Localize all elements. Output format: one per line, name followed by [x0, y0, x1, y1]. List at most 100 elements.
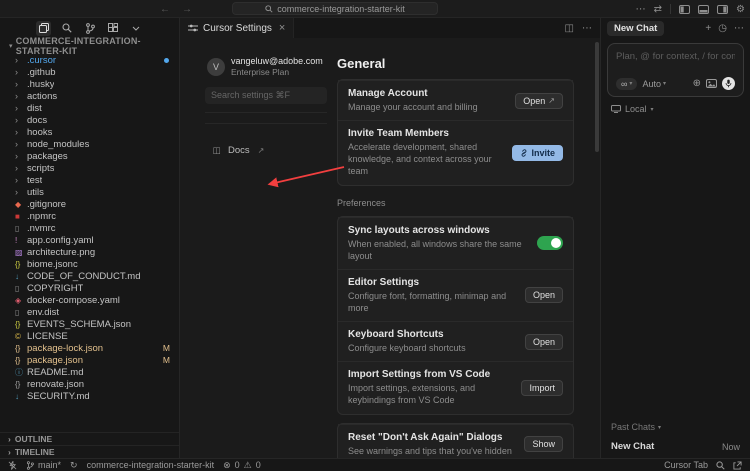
setting-title: Editor Settings [348, 276, 420, 288]
setting-action-button[interactable]: Open ↗ [515, 92, 563, 109]
file-item[interactable]: › .github [0, 66, 179, 78]
settings-content: General Manage Account Manage your accou… [337, 56, 574, 458]
microphone-icon[interactable] [722, 77, 735, 90]
context-selector[interactable]: Local ▾ [611, 104, 740, 114]
file-item[interactable]: › packages [0, 150, 179, 162]
project-name[interactable]: commerce-integration-starter-kit [87, 460, 215, 470]
outline-label: OUTLINE [14, 434, 53, 444]
more-actions-icon[interactable]: ⋯ [734, 23, 744, 34]
explorer-root-header[interactable]: ▾ COMMERCE-INTEGRATION-STARTER-KIT [0, 36, 179, 56]
search-icon[interactable] [59, 21, 74, 36]
chat-title: New Chat [611, 441, 655, 452]
command-center-search[interactable]: commerce-integration-starter-kit [232, 2, 438, 15]
image-icon[interactable] [706, 79, 717, 88]
file-item[interactable]: ▯ env.dist [0, 306, 179, 318]
settings-gear-icon[interactable]: ⚙ [736, 4, 745, 15]
setting-action-button[interactable]: Import [521, 379, 563, 396]
file-item[interactable]: › dist [0, 102, 179, 114]
file-item[interactable]: › utils [0, 186, 179, 198]
modified-dot [164, 57, 169, 63]
chat-input-box[interactable]: Plan, @ for context, / for commands ∞ ▾ … [607, 43, 744, 97]
history-back-icon[interactable]: ← [160, 4, 170, 15]
settings-section: Manage Account Manage your account and b… [337, 79, 574, 186]
file-item[interactable]: › .husky [0, 78, 179, 90]
file-item[interactable]: ! app.config.yaml [0, 234, 179, 246]
file-item[interactable]: ⓘ README.md [0, 366, 179, 378]
split-editor-icon[interactable]: ◫ [565, 23, 574, 34]
file-item[interactable]: › docs [0, 114, 179, 126]
file-item[interactable]: ◆ .gitignore [0, 198, 179, 210]
file-item[interactable]: {} package.json M [0, 354, 179, 366]
file-item[interactable]: › test [0, 174, 179, 186]
setting-action-button[interactable]: Invite [512, 144, 563, 161]
file-item[interactable]: © LICENSE [0, 330, 179, 342]
file-item[interactable]: › actions [0, 90, 179, 102]
settings-nav-group [205, 112, 327, 118]
setting-action-button[interactable]: Show [524, 436, 563, 453]
chevron-down-icon: ▾ [662, 81, 666, 87]
file-type-icon: ◈ [15, 295, 22, 305]
more-actions-icon[interactable]: ⋯ [636, 4, 646, 15]
settings-nav-item-docs[interactable]: ◫ Docs ↗ [205, 143, 327, 158]
chat-tab[interactable]: New Chat [607, 20, 665, 36]
extensions-icon[interactable] [105, 21, 120, 36]
file-item[interactable]: › scripts [0, 162, 179, 174]
setting-title: Keyboard Shortcuts [348, 329, 444, 341]
git-branch-indicator[interactable]: main* [26, 460, 61, 470]
setting-title: Invite Team Members [348, 128, 449, 140]
remote-indicator[interactable] [8, 460, 17, 470]
settings-search-input[interactable]: Search settings ⌘F [205, 87, 327, 104]
history-forward-icon[interactable]: → [182, 4, 192, 15]
close-icon[interactable]: × [279, 22, 285, 34]
timeline-section-header[interactable]: › TIMELINE [0, 445, 179, 458]
file-item[interactable]: ■ .npmrc [0, 210, 179, 222]
web-globe-icon[interactable]: ⊕ [693, 78, 701, 89]
file-item[interactable]: › .cursor [0, 54, 179, 66]
setting-action-button[interactable]: Open [524, 333, 563, 350]
history-clock-icon[interactable]: ◷ [718, 23, 727, 34]
settings-nav-group [205, 123, 327, 129]
toggle-primary-sidebar-icon[interactable] [679, 4, 691, 14]
more-actions-icon[interactable]: ⋯ [582, 23, 592, 34]
zoom-magnifier-icon[interactable] [716, 460, 725, 470]
cursor-tab-indicator[interactable]: Cursor Tab [664, 460, 708, 470]
chat-history-item[interactable]: New Chat Now [611, 441, 740, 452]
file-item[interactable]: ▯ .nvmrc [0, 222, 179, 234]
file-item[interactable]: {} biome.jsonc [0, 258, 179, 270]
file-item[interactable]: › hooks [0, 126, 179, 138]
account-info: V vangeluw@adobe.com Enterprise Plan [205, 56, 327, 77]
file-name: README.md [27, 366, 84, 378]
file-item[interactable]: ▨ architecture.png [0, 246, 179, 258]
file-item[interactable]: ▯ COPYRIGHT [0, 282, 179, 294]
layout-sync-icon[interactable]: ⇄ [654, 4, 662, 15]
source-control-icon[interactable] [82, 21, 97, 36]
past-chats-header[interactable]: Past Chats ▾ [611, 422, 740, 432]
external-link-icon: ↗ [548, 96, 555, 106]
explorer-files-icon[interactable] [36, 20, 51, 36]
toggle-secondary-sidebar-icon[interactable] [717, 4, 729, 14]
file-type-icon: ⓘ [15, 367, 23, 377]
file-item[interactable]: ↓ SECURITY.md [0, 390, 179, 402]
setting-action-button[interactable]: Open [524, 287, 563, 304]
new-chat-plus-icon[interactable]: + [705, 23, 711, 34]
file-item[interactable]: {} renovate.json [0, 378, 179, 390]
agent-mode-pill[interactable]: ∞ ▾ [616, 77, 638, 90]
file-type-icon: {} [15, 379, 21, 389]
file-item[interactable]: ◈ docker-compose.yaml [0, 294, 179, 306]
model-selector[interactable]: Auto ▾ [642, 79, 666, 89]
toggle-switch[interactable] [537, 236, 563, 251]
chevron-down-icon[interactable] [128, 21, 143, 36]
tab-cursor-settings[interactable]: Cursor Settings × [180, 18, 295, 38]
toggle-panel-icon[interactable] [698, 4, 710, 14]
file-item[interactable]: › node_modules [0, 138, 179, 150]
button-label: Show [532, 439, 555, 450]
sync-icon[interactable]: ↻ [70, 460, 78, 471]
outline-section-header[interactable]: › OUTLINE [0, 432, 179, 445]
setting-description: When enabled, all windows share the same… [348, 238, 522, 261]
editor-scrollbar[interactable] [595, 42, 599, 152]
export-share-icon[interactable] [733, 460, 742, 470]
problems-indicator[interactable]: ⊗ 0 ⚠ 0 [223, 460, 261, 471]
file-item[interactable]: {} package-lock.json M [0, 342, 179, 354]
file-item[interactable]: ↓ CODE_OF_CONDUCT.md [0, 270, 179, 282]
file-item[interactable]: {} EVENTS_SCHEMA.json [0, 318, 179, 330]
